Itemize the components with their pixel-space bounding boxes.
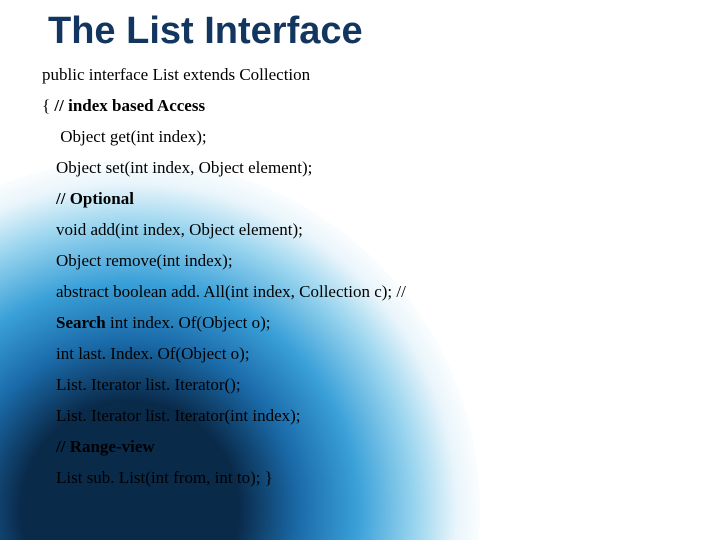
- slide-title: The List Interface: [48, 10, 363, 53]
- bold-text: Search: [56, 313, 106, 332]
- slide: The List Interface public interface List…: [0, 0, 720, 540]
- code-line: // Range-view: [42, 438, 690, 455]
- bold-text: // index based Access: [54, 96, 205, 115]
- code-line: Object set(int index, Object element);: [42, 159, 690, 176]
- code-line: abstract boolean add. All(int index, Col…: [42, 283, 690, 300]
- code-line: // Optional: [42, 190, 690, 207]
- bold-text: // Range-view: [56, 437, 155, 456]
- code-line: Object remove(int index);: [42, 252, 690, 269]
- code-line: List sub. List(int from, int to); }: [42, 469, 690, 486]
- code-line: int last. Index. Of(Object o);: [42, 345, 690, 362]
- code-line: { // index based Access: [42, 97, 690, 114]
- code-line: List. Iterator list. Iterator(int index)…: [42, 407, 690, 424]
- code-line: Search int index. Of(Object o);: [42, 314, 690, 331]
- bold-text: // Optional: [56, 189, 134, 208]
- slide-body: public interface List extends Collection…: [42, 66, 690, 500]
- code-line: public interface List extends Collection: [42, 66, 690, 83]
- code-line: List. Iterator list. Iterator();: [42, 376, 690, 393]
- code-line: Object get(int index);: [42, 128, 690, 145]
- code-line: void add(int index, Object element);: [42, 221, 690, 238]
